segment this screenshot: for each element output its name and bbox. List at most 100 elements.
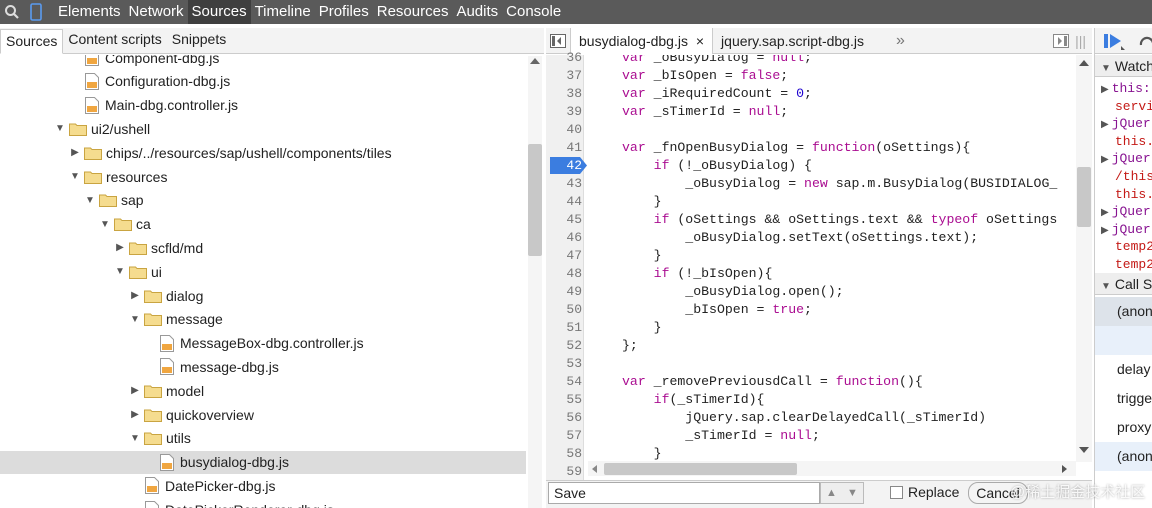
line-number[interactable]: 44 xyxy=(546,193,582,211)
tree-folder[interactable]: ▼ ui xyxy=(0,260,526,283)
line-number[interactable]: 45 xyxy=(546,211,582,229)
toggle-debugger-icon[interactable]: ||| xyxy=(1053,33,1086,49)
call-frame[interactable]: (anon xyxy=(1095,297,1152,326)
line-number[interactable]: 51 xyxy=(546,319,582,337)
line-number[interactable]: 46 xyxy=(546,229,582,247)
editor-horizontal-scroll-thumb[interactable] xyxy=(604,463,797,475)
replace-checkbox[interactable] xyxy=(890,486,903,499)
collapsed-arrow-icon[interactable]: ▶ xyxy=(1101,154,1109,165)
collapsed-arrow-icon[interactable]: ▶ xyxy=(70,147,80,158)
collapsed-arrow-icon[interactable]: ▶ xyxy=(130,409,140,420)
tree-folder[interactable]: ▼ ui2/ushell xyxy=(0,117,526,140)
magnifier-icon[interactable] xyxy=(0,0,24,24)
code-editor[interactable]: var _oBusyDialog = null; var _bIsOpen = f… xyxy=(588,55,1076,462)
tree-folder[interactable]: ▶ quickoverview xyxy=(0,403,526,426)
tab-timeline[interactable]: Timeline xyxy=(251,0,315,24)
line-number[interactable]: 48 xyxy=(546,265,582,283)
line-number[interactable]: 55 xyxy=(546,391,582,409)
tree-folder[interactable]: ▶ dialog xyxy=(0,284,526,307)
tree-file[interactable]: message-dbg.js xyxy=(0,355,526,378)
mobile-device-icon[interactable] xyxy=(24,0,48,24)
expanded-arrow-icon[interactable]: ▼ xyxy=(85,195,95,206)
scroll-down-arrow-icon[interactable] xyxy=(1079,447,1089,453)
navigator-tab-content-scripts[interactable]: Content scripts xyxy=(63,28,166,53)
tree-file[interactable]: Configuration-dbg.js xyxy=(0,70,526,93)
resume-icon[interactable] xyxy=(1103,32,1125,53)
watch-expression[interactable]: ▶ this: xyxy=(1101,80,1151,97)
watch-section-header[interactable]: ▼ Watch xyxy=(1095,55,1152,77)
tree-folder[interactable]: ▼ ca xyxy=(0,213,526,236)
watch-expression[interactable]: ▶ jQuer xyxy=(1101,150,1151,167)
tree-file[interactable]: MessageBox-dbg.controller.js xyxy=(0,332,526,355)
collapsed-arrow-icon[interactable]: ▶ xyxy=(1101,84,1109,95)
line-number[interactable]: 54 xyxy=(546,373,582,391)
expanded-arrow-icon[interactable]: ▼ xyxy=(100,219,110,230)
collapsed-arrow-icon[interactable]: ▶ xyxy=(1101,225,1109,236)
tab-console[interactable]: Console xyxy=(502,0,565,24)
line-number[interactable]: 41 xyxy=(546,139,582,157)
tree-folder[interactable]: ▶ model xyxy=(0,379,526,402)
line-number[interactable]: 40 xyxy=(546,121,582,139)
line-number[interactable]: 59 xyxy=(546,463,582,481)
scroll-up-arrow-icon[interactable] xyxy=(1079,60,1089,66)
tab-audits[interactable]: Audits xyxy=(452,0,502,24)
collapsed-arrow-icon[interactable]: ▶ xyxy=(130,290,140,301)
tab-profiles[interactable]: Profiles xyxy=(315,0,373,24)
tree-folder[interactable]: ▼ utils xyxy=(0,427,526,450)
tree-folder[interactable]: ▼ sap xyxy=(0,189,526,212)
collapsed-arrow-icon[interactable]: ▶ xyxy=(115,242,125,253)
call-frame[interactable]: (anon xyxy=(1095,442,1152,471)
editor-tab-jquery-script[interactable]: jquery.sap.script-dbg.js xyxy=(713,28,872,54)
line-number[interactable]: 37 xyxy=(546,67,582,85)
callstack-section-header[interactable]: ▼ Call S xyxy=(1095,273,1152,295)
editor-tab-busydialog[interactable]: busydialog-dbg.js × xyxy=(570,27,714,54)
line-number[interactable]: 43 xyxy=(546,175,582,193)
watch-expression[interactable]: ▶ jQuer xyxy=(1101,203,1151,220)
collapsed-arrow-icon[interactable]: ▶ xyxy=(130,385,140,396)
expanded-arrow-icon[interactable]: ▼ xyxy=(130,314,140,325)
call-frame[interactable]: delay xyxy=(1095,355,1152,384)
line-number[interactable]: 52 xyxy=(546,337,582,355)
tree-folder[interactable]: ▼ resources xyxy=(0,165,526,188)
call-frame[interactable]: proxy xyxy=(1095,413,1152,442)
tree-file[interactable]: DatePickerRenderer-dbg.js xyxy=(0,498,526,508)
watch-expression[interactable]: ▶ jQuer xyxy=(1101,221,1151,238)
tab-overflow-icon[interactable]: » xyxy=(896,32,905,50)
line-number[interactable]: 56 xyxy=(546,409,582,427)
line-number[interactable]: 42 xyxy=(546,157,582,175)
tree-file[interactable]: Main-dbg.controller.js xyxy=(0,94,526,117)
file-tree-scrollbar[interactable] xyxy=(528,56,542,508)
search-input[interactable] xyxy=(548,482,820,504)
navigator-tab-sources[interactable]: Sources xyxy=(0,29,64,54)
close-icon[interactable]: × xyxy=(696,33,704,49)
file-tree-scroll-thumb[interactable] xyxy=(528,144,542,256)
navigator-tab-snippets[interactable]: Snippets xyxy=(167,28,231,53)
expanded-arrow-icon[interactable]: ▼ xyxy=(70,171,80,182)
scroll-up-arrow-icon[interactable] xyxy=(530,58,540,64)
search-previous-icon[interactable]: ▲ xyxy=(826,487,837,499)
tree-folder[interactable]: ▼ message xyxy=(0,308,526,331)
step-over-icon[interactable] xyxy=(1139,33,1152,52)
call-frame[interactable]: trigge xyxy=(1095,384,1152,413)
collapsed-arrow-icon[interactable]: ▶ xyxy=(1101,119,1109,130)
scroll-left-arrow-icon[interactable] xyxy=(592,465,597,473)
search-next-icon[interactable]: ▼ xyxy=(847,487,858,499)
scroll-right-arrow-icon[interactable] xyxy=(1062,465,1067,473)
line-number[interactable]: 58 xyxy=(546,445,582,463)
line-number[interactable]: 57 xyxy=(546,427,582,445)
watch-expression[interactable]: ▶ jQuer xyxy=(1101,115,1151,132)
line-number[interactable]: 36 xyxy=(546,49,582,67)
editor-vertical-scroll-thumb[interactable] xyxy=(1077,167,1091,227)
line-number-gutter[interactable]: 36 37 38 39 40 41 42 43 44 45 46 47 48 49 50 51 52 53 54 55… xyxy=(546,50,584,481)
tree-file[interactable]: busydialog-dbg.js xyxy=(0,450,526,474)
collapsed-arrow-icon[interactable]: ▶ xyxy=(1101,207,1109,218)
expanded-arrow-icon[interactable]: ▼ xyxy=(55,123,65,134)
call-frame[interactable] xyxy=(1095,326,1152,355)
line-number[interactable]: 39 xyxy=(546,103,582,121)
tree-folder[interactable]: ▶ scfld/md xyxy=(0,236,526,259)
tab-elements[interactable]: Elements xyxy=(54,0,125,24)
expanded-arrow-icon[interactable]: ▼ xyxy=(115,266,125,277)
expanded-arrow-icon[interactable]: ▼ xyxy=(130,433,140,444)
line-number[interactable]: 53 xyxy=(546,355,582,373)
tree-file[interactable]: Component-dbg.js xyxy=(0,55,526,69)
